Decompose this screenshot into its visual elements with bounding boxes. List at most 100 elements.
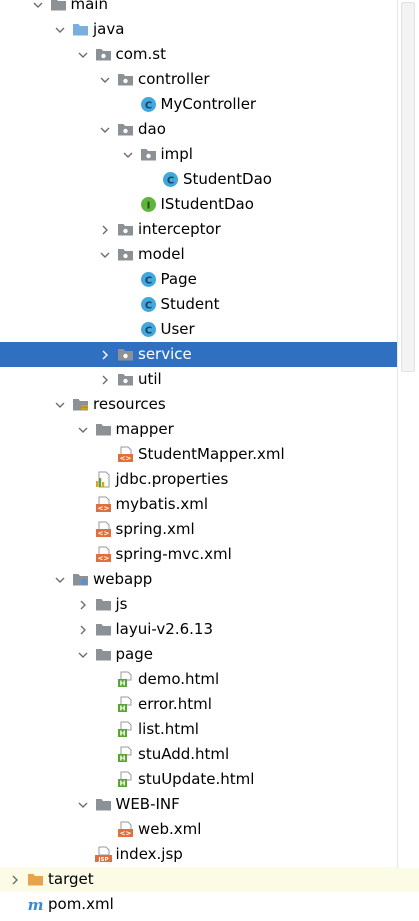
tree-row-studentdao[interactable]: C StudentDao xyxy=(0,167,419,192)
resources-folder-icon xyxy=(72,396,89,413)
svg-text:H: H xyxy=(120,730,126,738)
tree-row-page[interactable]: page xyxy=(0,642,419,667)
tree-row-service[interactable]: service xyxy=(0,342,419,367)
folder-icon xyxy=(95,421,112,438)
tree-row-resources[interactable]: resources xyxy=(0,392,419,417)
tree-item-label: controller xyxy=(138,70,210,88)
tree-row-layui-v2-6-13[interactable]: layui-v2.6.13 xyxy=(0,617,419,642)
tree-row-pom-xml[interactable]: m pom.xml xyxy=(0,892,419,917)
tree-row-page[interactable]: C Page xyxy=(0,267,419,292)
chevron-right-icon[interactable] xyxy=(98,217,112,242)
tree-item-label: demo.html xyxy=(138,670,220,688)
chevron-right-icon[interactable] xyxy=(8,867,22,892)
tree-row-main[interactable]: main xyxy=(0,0,419,17)
svg-text:H: H xyxy=(120,780,126,788)
tree-row-mycontroller[interactable]: C MyController xyxy=(0,92,419,117)
chevron-down-icon[interactable] xyxy=(53,17,67,42)
svg-text:m: m xyxy=(28,896,44,913)
package-icon xyxy=(117,121,134,138)
tree-item-label: index.jsp xyxy=(115,845,183,863)
tree-row-impl[interactable]: impl xyxy=(0,142,419,167)
html-file-icon: H xyxy=(117,746,134,763)
tree-row-spring-xml[interactable]: <> spring.xml xyxy=(0,517,419,542)
chevron-down-icon[interactable] xyxy=(98,117,112,142)
package-icon xyxy=(140,146,157,163)
tree-item-label: spring-mvc.xml xyxy=(115,545,232,563)
chevron-down-icon[interactable] xyxy=(53,392,67,417)
project-tree: main java com.st controller C MyController dao… xyxy=(0,0,419,921)
tree-row-jdbc-properties[interactable]: jdbc.properties xyxy=(0,467,419,492)
chevron-down-icon[interactable] xyxy=(76,642,90,667)
tree-row-web-inf[interactable]: WEB-INF xyxy=(0,792,419,817)
class-icon: C xyxy=(140,296,157,313)
tree-row-mapper[interactable]: mapper xyxy=(0,417,419,442)
tree-row-user[interactable]: C User xyxy=(0,317,419,342)
chevron-down-icon[interactable] xyxy=(98,242,112,267)
tree-row-webapp[interactable]: webapp xyxy=(0,567,419,592)
tree-row-mybatis-xml[interactable]: <> mybatis.xml xyxy=(0,492,419,517)
tree-item-label: stuUpdate.html xyxy=(138,770,255,788)
chevron-right-icon[interactable] xyxy=(76,617,90,642)
tree-row-target[interactable]: target xyxy=(0,867,419,892)
chevron-down-icon[interactable] xyxy=(121,142,135,167)
tree-item-label: jdbc.properties xyxy=(115,470,229,488)
tree-row-demo-html[interactable]: Hdemo.html xyxy=(0,667,419,692)
svg-text:<>: <> xyxy=(97,505,109,513)
svg-text:JSP: JSP xyxy=(97,857,108,863)
chevron-right-icon[interactable] xyxy=(76,592,90,617)
class-icon: C xyxy=(140,271,157,288)
svg-text:C: C xyxy=(144,301,151,312)
svg-text:I: I xyxy=(146,201,150,212)
svg-text:C: C xyxy=(167,176,174,187)
tree-row-model[interactable]: model xyxy=(0,242,419,267)
chevron-right-icon[interactable] xyxy=(98,342,112,367)
html-file-icon: H xyxy=(117,696,134,713)
package-icon xyxy=(117,246,134,263)
tree-row-dao[interactable]: dao xyxy=(0,117,419,142)
tree-row-stuadd-html[interactable]: HstuAdd.html xyxy=(0,742,419,767)
chevron-down-icon[interactable] xyxy=(98,67,112,92)
html-file-icon: H xyxy=(117,671,134,688)
tree-row-js[interactable]: js xyxy=(0,592,419,617)
xml-file-icon: <> xyxy=(95,546,112,563)
scrollbar-thumb[interactable] xyxy=(401,2,415,372)
xml-file-icon: <> xyxy=(95,521,112,538)
chevron-down-icon[interactable] xyxy=(76,42,90,67)
chevron-down-icon[interactable] xyxy=(76,417,90,442)
svg-text:<>: <> xyxy=(120,830,132,838)
tree-row-java[interactable]: java xyxy=(0,17,419,42)
tree-row-controller[interactable]: controller xyxy=(0,67,419,92)
tree-row-list-html[interactable]: Hlist.html xyxy=(0,717,419,742)
tree-row-index-jsp[interactable]: JSP index.jsp xyxy=(0,842,419,867)
xml-file-icon: <> xyxy=(117,821,134,838)
chevron-down-icon[interactable] xyxy=(31,0,45,17)
maven-icon: m xyxy=(27,896,44,914)
chevron-down-icon[interactable] xyxy=(76,792,90,817)
tree-row-studentmapper-xml[interactable]: <> StudentMapper.xml xyxy=(0,442,419,467)
tree-item-label: js xyxy=(115,595,128,613)
tree-item-label: mybatis.xml xyxy=(115,495,209,513)
tree-row-util[interactable]: util xyxy=(0,367,419,392)
tree-item-label: pom.xml xyxy=(48,895,114,913)
package-icon xyxy=(117,71,134,88)
svg-text:H: H xyxy=(120,705,126,713)
chevron-down-icon[interactable] xyxy=(53,567,67,592)
package-icon xyxy=(95,46,112,63)
tree-row-spring-mvc-xml[interactable]: <> spring-mvc.xml xyxy=(0,542,419,567)
class-icon: C xyxy=(140,96,157,113)
folder-icon xyxy=(95,596,112,613)
tree-item-label: impl xyxy=(160,145,193,163)
tree-row-student[interactable]: C Student xyxy=(0,292,419,317)
tree-item-label: page xyxy=(115,645,153,663)
tree-item-label: resources xyxy=(93,395,166,413)
svg-text:C: C xyxy=(144,326,151,337)
tree-item-label: StudentMapper.xml xyxy=(138,445,285,463)
tree-row-com-st[interactable]: com.st xyxy=(0,42,419,67)
package-icon xyxy=(117,221,134,238)
chevron-right-icon[interactable] xyxy=(98,367,112,392)
tree-row-interceptor[interactable]: interceptor xyxy=(0,217,419,242)
tree-row-error-html[interactable]: Herror.html xyxy=(0,692,419,717)
tree-row-stuupdate-html[interactable]: HstuUpdate.html xyxy=(0,767,419,792)
tree-row-istudentdao[interactable]: I IStudentDao xyxy=(0,192,419,217)
tree-row-web-xml[interactable]: <> web.xml xyxy=(0,817,419,842)
